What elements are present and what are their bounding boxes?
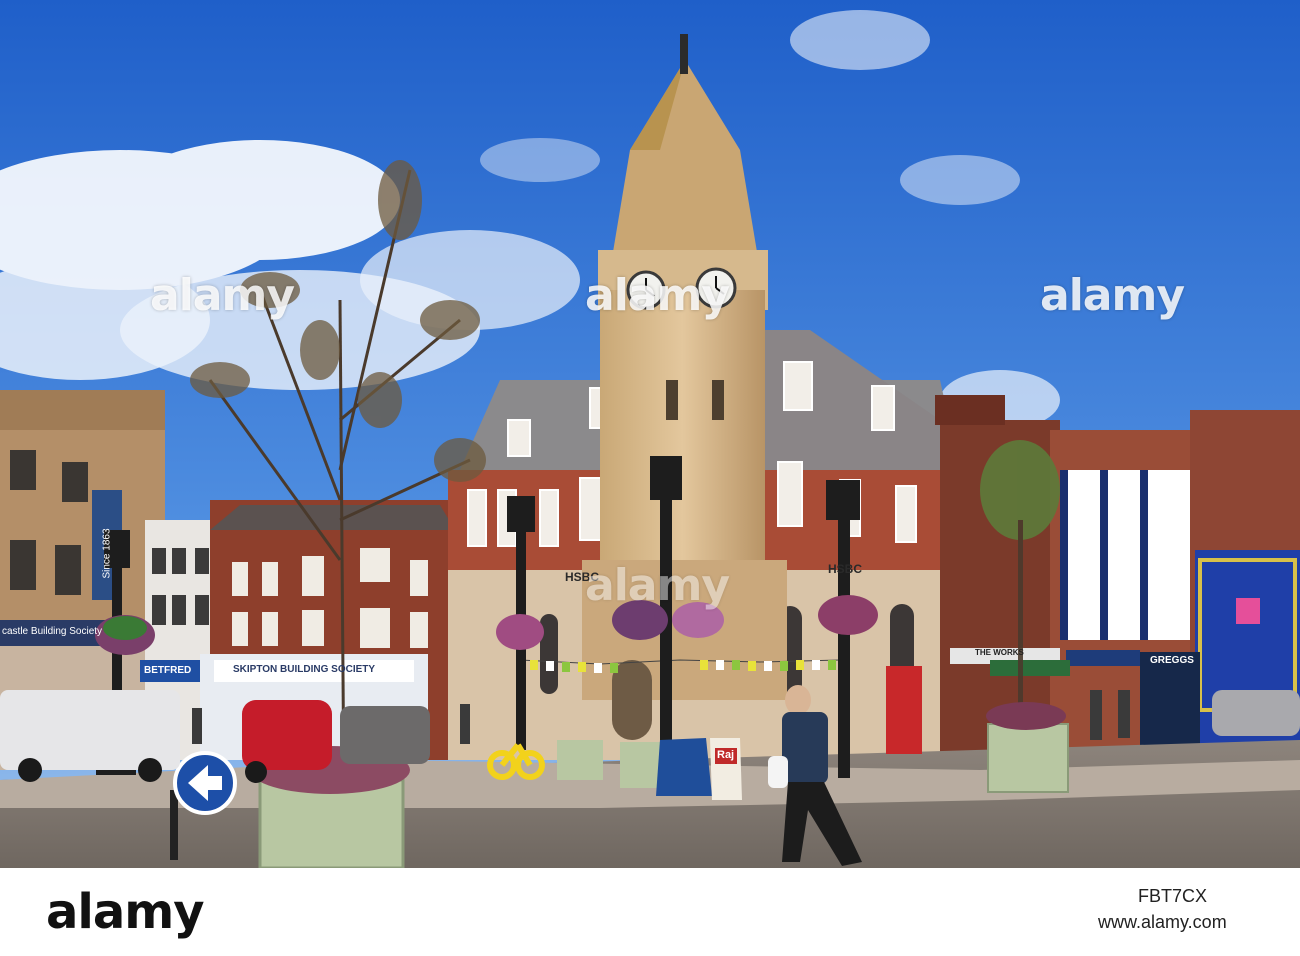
greggs-sign: GREGGS — [1150, 655, 1194, 666]
street-scene-illustration — [0, 0, 1300, 868]
crafts-sign — [656, 738, 712, 796]
phone-box — [886, 666, 922, 754]
watermark-4: alamy — [585, 560, 730, 611]
image-id: FBT7CX — [1138, 886, 1208, 906]
skipton-sign: SKIPTON BUILDING SOCIETY — [233, 664, 376, 675]
raj-sign — [710, 738, 742, 800]
watermark-1: alamy — [150, 270, 295, 321]
the-works-sign: THE WORKS — [975, 648, 1024, 657]
watermark-2: alamy — [585, 270, 730, 321]
watermark-3: alamy — [1040, 270, 1185, 321]
footer-url: www.alamy.com — [1098, 912, 1227, 932]
raj-sign-text: Raj — [717, 749, 735, 761]
hsbc-sign-right: HSBC — [828, 562, 863, 576]
since-banner: Since 1863 — [101, 528, 113, 579]
photo-scene: HSBC HSBC SKIPTON BUILDING SOCIETY THE W… — [0, 0, 1300, 868]
betfred-sign: BETFRED — [144, 665, 192, 676]
building-society-sign: castle Building Society — [2, 626, 103, 637]
footer-logo: alamy — [46, 884, 205, 940]
